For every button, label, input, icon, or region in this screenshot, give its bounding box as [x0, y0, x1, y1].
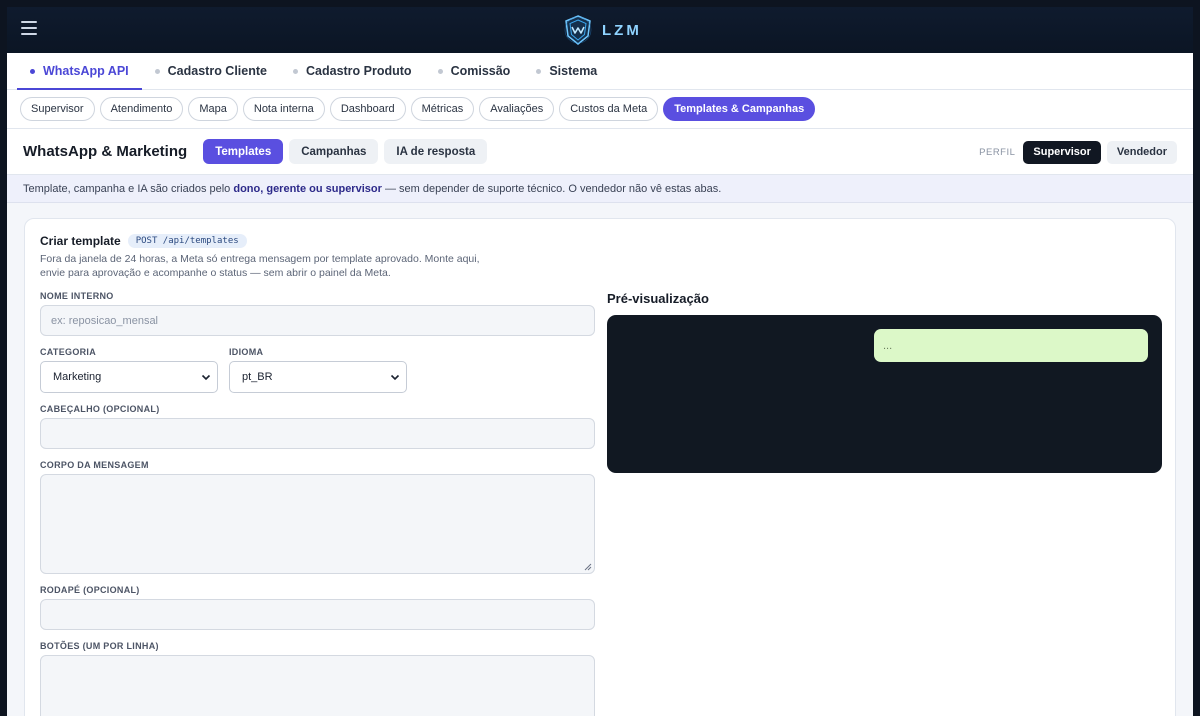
- pill-mapa[interactable]: Mapa: [188, 97, 238, 121]
- create-template-card: Criar template POST /api/templates Fora …: [24, 218, 1176, 716]
- brand: LZM: [562, 14, 642, 46]
- corpo-textarea[interactable]: [40, 474, 595, 574]
- tab-campanhas[interactable]: Campanhas: [289, 139, 379, 164]
- card-description: Fora da janela de 24 horas, a Meta só en…: [40, 253, 480, 279]
- tab-label: WhatsApp API: [43, 64, 129, 78]
- pill-dashboard[interactable]: Dashboard: [329, 97, 406, 121]
- active-dot-icon: [30, 68, 35, 74]
- dot-icon: [154, 68, 160, 74]
- botoes-textarea[interactable]: [40, 655, 595, 716]
- tab-sistema[interactable]: Sistema: [523, 53, 610, 89]
- botoes-label: BOTÕES (UM POR LINHA): [40, 641, 159, 651]
- resize-handle-icon[interactable]: [584, 563, 592, 571]
- preview-panel: ...: [607, 315, 1162, 473]
- rodape-input[interactable]: [40, 599, 595, 630]
- cabecalho-input[interactable]: [40, 418, 595, 449]
- perfil-supervisor-button[interactable]: Supervisor: [1023, 140, 1101, 164]
- tab-label: Comissão: [450, 64, 511, 78]
- section-header: WhatsApp & Marketing Templates Campanhas…: [7, 129, 1193, 175]
- info-text-bold: dono, gerente ou supervisor: [233, 182, 382, 195]
- card-header: Criar template POST /api/templates: [40, 234, 247, 248]
- preview-title: Pré-visualização: [607, 291, 709, 306]
- perfil-label: PERFIL: [979, 146, 1016, 158]
- tab-label: Sistema: [549, 64, 598, 78]
- perfil-switch: PERFIL Supervisor Vendedor: [979, 129, 1177, 175]
- categoria-select[interactable]: Marketing: [40, 361, 218, 393]
- app-container: LZM WhatsApp API Cadastro Cliente Cadast…: [7, 7, 1193, 716]
- rodape-label: RODAPÉ (OPCIONAL): [40, 585, 140, 595]
- pill-supervisor[interactable]: Supervisor: [20, 97, 95, 121]
- pill-atendimento[interactable]: Atendimento: [99, 97, 184, 121]
- info-text-suffix: — sem depender de suporte técnico. O ven…: [381, 182, 722, 195]
- endpoint-badge: POST /api/templates: [127, 234, 247, 248]
- perfil-vendedor-button[interactable]: Vendedor: [1106, 140, 1177, 164]
- categoria-label: CATEGORIA: [40, 347, 97, 357]
- pill-custos-da-meta[interactable]: Custos da Meta: [559, 97, 659, 121]
- message-bubble: ...: [874, 329, 1148, 362]
- pill-templates-campanhas[interactable]: Templates & Campanhas: [663, 97, 816, 121]
- tab-comissao[interactable]: Comissão: [425, 53, 524, 89]
- pill-nota-interna[interactable]: Nota interna: [242, 97, 325, 121]
- idioma-select[interactable]: pt_BR: [229, 361, 407, 393]
- window-frame: LZM WhatsApp API Cadastro Cliente Cadast…: [0, 0, 1200, 716]
- tab-label: Cadastro Cliente: [167, 64, 267, 78]
- chevron-down-icon: [390, 374, 400, 381]
- info-banner: Template, campanha e IA são criados pelo…: [7, 175, 1193, 203]
- categoria-value: Marketing: [53, 371, 102, 383]
- brand-logo-icon: [564, 15, 592, 45]
- idioma-label: IDIOMA: [229, 347, 264, 357]
- top-bar: LZM: [7, 7, 1193, 53]
- corpo-label: CORPO DA MENSAGEM: [40, 460, 149, 470]
- module-tabs: WhatsApp API Cadastro Cliente Cadastro P…: [7, 53, 1193, 90]
- sub-navigation: Supervisor Atendimento Mapa Nota interna…: [7, 90, 1193, 129]
- dot-icon: [536, 68, 542, 74]
- dot-icon: [293, 68, 298, 74]
- chevron-down-icon: [201, 374, 211, 381]
- tab-cadastro-cliente[interactable]: Cadastro Cliente: [142, 53, 280, 89]
- idioma-value: pt_BR: [242, 371, 273, 383]
- brand-name: LZM: [602, 21, 642, 39]
- tab-ia-de-resposta[interactable]: IA de resposta: [384, 139, 488, 164]
- tab-cadastro-produto[interactable]: Cadastro Produto: [280, 53, 425, 89]
- cabecalho-label: CABEÇALHO (OPCIONAL): [40, 404, 160, 414]
- card-title: Criar template: [40, 234, 121, 248]
- info-text-prefix: Template, campanha e IA são criados pelo: [23, 182, 234, 195]
- tab-label: Cadastro Produto: [306, 64, 412, 78]
- page-title: WhatsApp & Marketing: [23, 143, 188, 160]
- dot-icon: [437, 68, 443, 74]
- pill-metricas[interactable]: Métricas: [410, 97, 475, 121]
- tab-templates[interactable]: Templates: [203, 139, 284, 164]
- nome-interno-input[interactable]: ex: reposicao_mensal: [40, 305, 595, 336]
- tab-whatsapp-api[interactable]: WhatsApp API: [17, 53, 142, 90]
- nome-interno-label: NOME INTERNO: [40, 291, 114, 301]
- menu-icon[interactable]: [21, 21, 37, 35]
- pill-avaliacoes[interactable]: Avaliações: [479, 97, 555, 121]
